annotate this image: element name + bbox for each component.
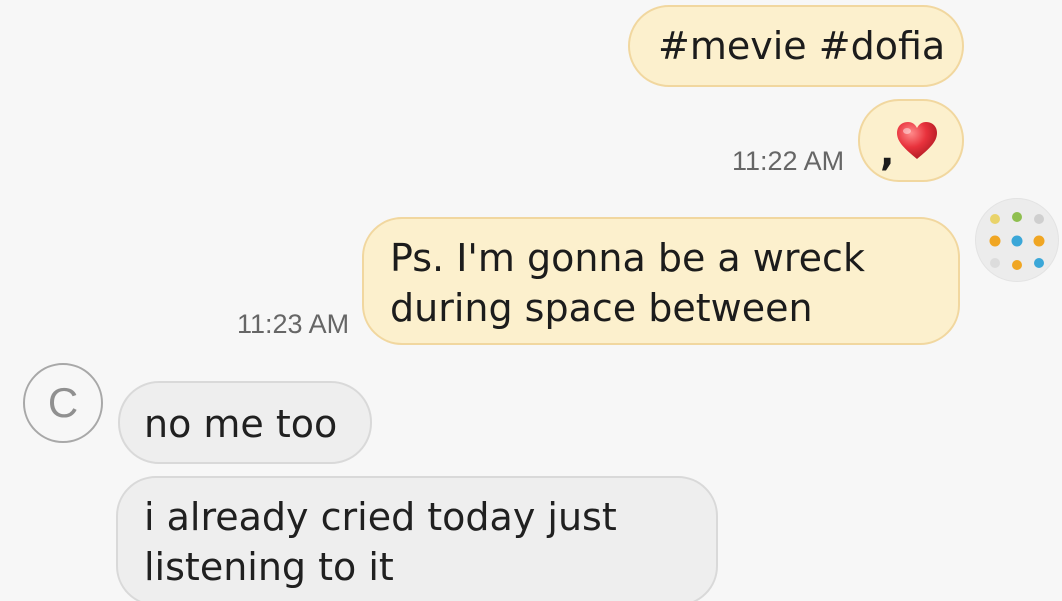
received-message-bubble[interactable]: no me too (118, 381, 372, 464)
dots-pattern-icon (989, 212, 1045, 270)
message-timestamp: 11:22 AM (732, 146, 845, 176)
message-text-line: i already cried today just (144, 495, 617, 539)
own-avatar[interactable] (975, 198, 1059, 282)
sent-message-bubble[interactable]: , (858, 99, 964, 182)
contact-initial: C (47, 379, 79, 426)
message-text: , (880, 130, 895, 174)
contact-avatar[interactable]: C (23, 363, 103, 443)
sent-message-bubble[interactable]: #mevie #dofia (628, 5, 964, 87)
message-text: #mevie #dofia (658, 24, 946, 68)
message-timestamp: 11:23 AM (237, 309, 350, 339)
message-text: no me too (144, 402, 338, 446)
heart-emoji-icon (897, 122, 937, 159)
sent-message-bubble[interactable]: Ps. I'm gonna be a wreck during space be… (362, 217, 960, 345)
message-text-line: listening to it (144, 545, 394, 589)
received-message-bubble[interactable]: i already cried today just listening to … (116, 476, 718, 601)
conversation-view: #mevie #dofia , 11:22 AM Ps. I'm gonna b… (0, 0, 1062, 601)
message-text-line: Ps. I'm gonna be a wreck (390, 236, 865, 280)
message-text-line: during space between (390, 286, 813, 330)
